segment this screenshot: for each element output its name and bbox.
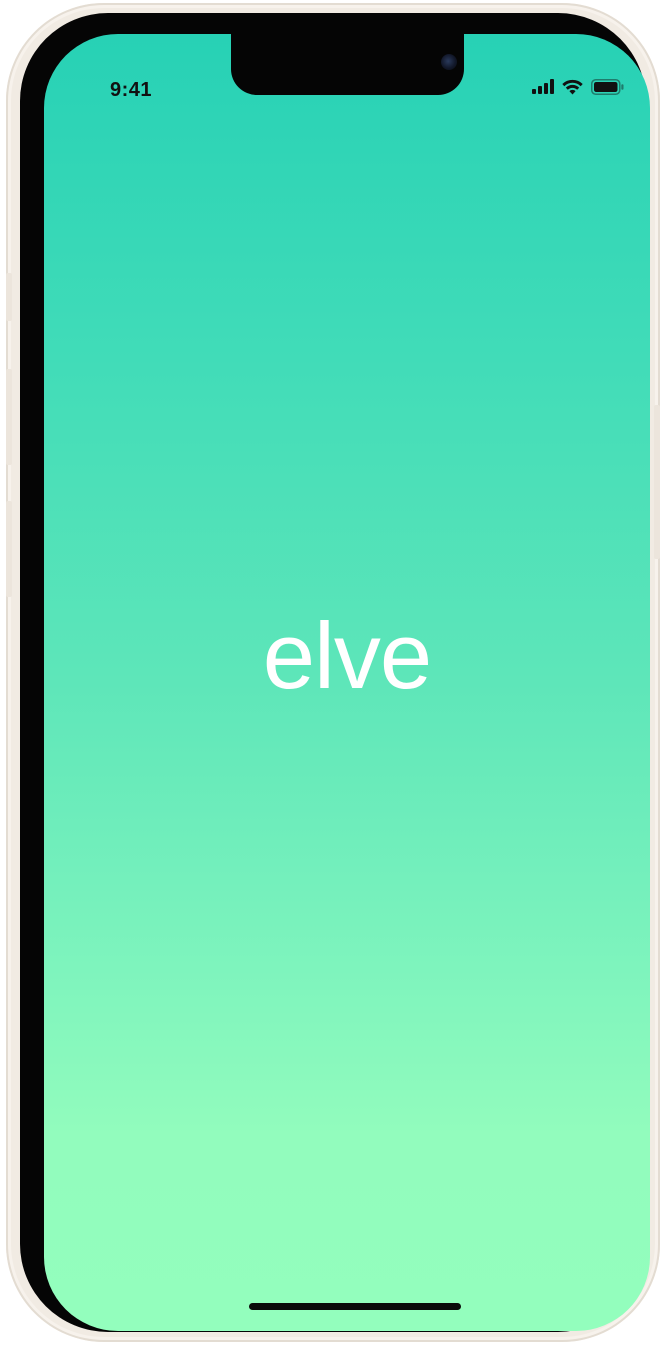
phone-bezel: 9:41 elve: [20, 13, 650, 1332]
cellular-signal-icon: [532, 79, 554, 99]
page: 9:41 elve: [0, 0, 667, 1345]
notch: [231, 34, 464, 95]
side-power-button: [654, 405, 660, 559]
front-camera: [441, 54, 457, 70]
mute-switch: [6, 273, 12, 321]
volume-down-button: [6, 501, 12, 597]
phone-frame: 9:41 elve: [6, 3, 660, 1342]
screen: 9:41 elve: [44, 34, 650, 1331]
volume-up-button: [6, 369, 12, 465]
battery-icon: [591, 78, 624, 100]
status-time: 9:41: [110, 79, 153, 101]
home-indicator[interactable]: [249, 1303, 461, 1310]
status-icons: [532, 78, 624, 100]
app-logo: elve: [262, 603, 432, 708]
wifi-icon: [562, 79, 583, 100]
